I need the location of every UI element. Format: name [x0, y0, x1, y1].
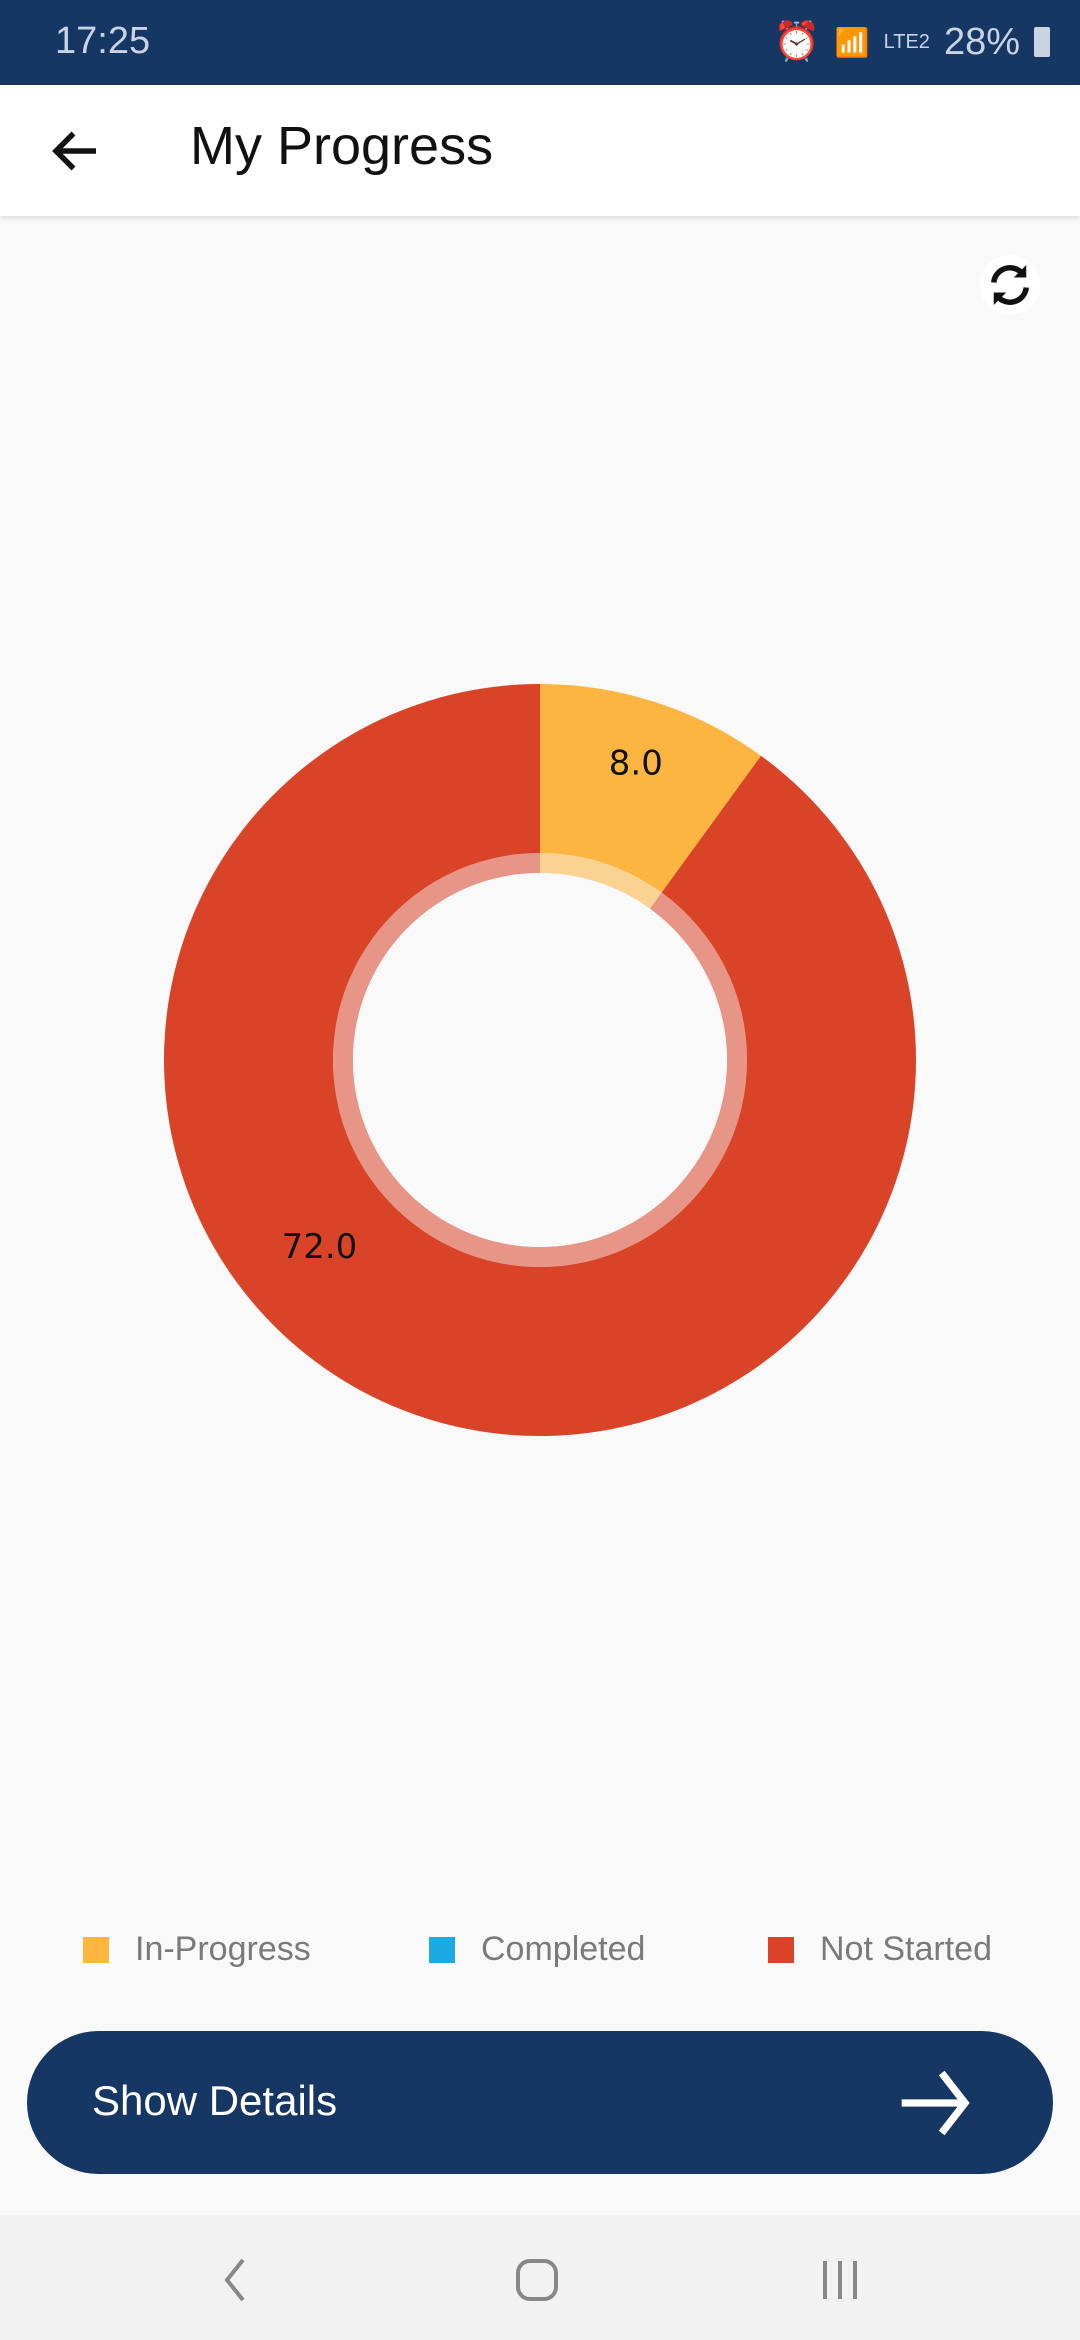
show-details-label: Show Details: [92, 2077, 338, 2124]
page-title: My Progress: [190, 116, 494, 176]
legend-label: Not Started: [820, 1930, 992, 1968]
donut-chart: 8.0 72.0: [163, 684, 916, 1436]
battery-text: 28%: [943, 20, 1020, 63]
legend-item-not-started: Not Started: [768, 1930, 992, 1969]
battery-icon: [1034, 27, 1050, 57]
wifi-icon: 📶: [834, 26, 870, 58]
legend-swatch: [429, 1936, 455, 1963]
arrow-right-icon: [901, 2070, 970, 2136]
legend-swatch: [83, 1936, 109, 1963]
alarm-icon: ⏰: [773, 21, 821, 63]
chart-legend: In-Progress Completed Not Started: [0, 1930, 1080, 1990]
legend-swatch: [768, 1936, 794, 1963]
legend-item-completed: Completed: [429, 1930, 645, 1969]
legend-item-in-progress: In-Progress: [83, 1930, 311, 1969]
data-label: 72.0: [282, 1227, 358, 1267]
back-arrow-icon[interactable]: [46, 121, 106, 181]
legend-label: Completed: [481, 1930, 646, 1968]
status-bar: 17:25 ⏰ 📶 LTE2 28%: [0, 0, 1080, 85]
data-label: 8.0: [609, 744, 663, 784]
refresh-icon[interactable]: [980, 255, 1040, 315]
status-time: 17:25: [55, 20, 151, 62]
nav-home-icon[interactable]: [512, 2255, 562, 2305]
show-details-button[interactable]: Show Details: [27, 2031, 1053, 2174]
system-nav-bar: [0, 2215, 1080, 2340]
app-bar: My Progress: [0, 85, 1080, 216]
nav-back-icon[interactable]: [215, 2255, 255, 2305]
nav-recents-icon[interactable]: [815, 2255, 865, 2305]
donut-hole: [353, 873, 727, 1247]
legend-label: In-Progress: [135, 1930, 311, 1968]
network-label: LTE2: [883, 30, 930, 53]
